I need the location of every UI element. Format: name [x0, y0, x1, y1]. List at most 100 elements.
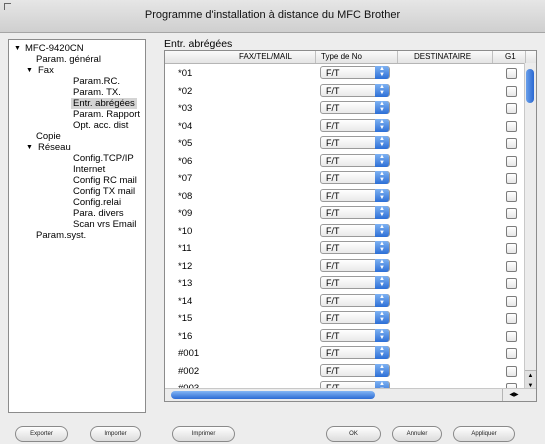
header-destinataire[interactable]: DESTINATAIRE	[414, 52, 471, 62]
select-arrows-icon[interactable]: ▲▼	[375, 153, 389, 167]
group-g1-checkbox[interactable]	[506, 138, 517, 149]
group-g1-checkbox[interactable]	[506, 103, 517, 114]
tree-item[interactable]: ▼ MFC-9420CN	[9, 43, 145, 54]
group-g1-checkbox[interactable]	[506, 295, 517, 307]
number-type-select[interactable]: F/T ▲▼	[320, 276, 390, 289]
horizontal-scrollbar[interactable]: ◀▶	[165, 388, 536, 401]
number-type-select[interactable]: F/T ▲▼	[320, 101, 390, 114]
number-type-value: F/T	[326, 278, 340, 288]
tree-item[interactable]: Copie	[9, 131, 145, 142]
column-divider	[315, 51, 316, 63]
group-g1-checkbox[interactable]	[506, 120, 517, 132]
table-row: *16 F/T ▲ ▼	[165, 327, 536, 344]
select-arrows-icon[interactable]: ▲▼	[375, 293, 389, 307]
number-type-select[interactable]: F/T ▲▼	[320, 346, 390, 359]
group-g1-checkbox[interactable]	[506, 365, 517, 377]
scroll-up-arrow-icon[interactable]: ▲	[525, 371, 536, 381]
tree-item[interactable]: Entr. abrégées	[9, 98, 145, 109]
group-g1-checkbox[interactable]	[506, 155, 517, 167]
tree-item[interactable]: Param. TX.	[9, 87, 145, 98]
select-arrows-icon[interactable]: ▲▼	[375, 241, 389, 254]
table-row: *04 F/T ▲ ▼	[165, 117, 536, 134]
tree-item[interactable]: Internet	[9, 164, 145, 175]
number-type-select[interactable]: F/T ▲▼	[320, 188, 390, 202]
tree-item[interactable]: Config TX mail	[9, 186, 145, 197]
import-button[interactable]: Importer	[90, 426, 141, 442]
tree-item[interactable]: Param. général	[9, 54, 145, 65]
group-g1-checkbox[interactable]	[506, 190, 517, 202]
group-g1-checkbox[interactable]	[506, 278, 517, 289]
tree-item[interactable]: Config.TCP/IP	[9, 153, 145, 164]
header-fax-tel-mail[interactable]: FAX/TEL/MAIL	[239, 52, 292, 62]
number-type-select[interactable]: F/T ▲▼	[320, 293, 390, 307]
select-arrows-icon[interactable]: ▲▼	[375, 66, 389, 79]
select-arrows-icon[interactable]: ▲▼	[375, 363, 389, 377]
select-arrows-icon[interactable]: ▲▼	[375, 346, 389, 359]
number-type-select[interactable]: F/T ▲▼	[320, 328, 390, 342]
number-type-select[interactable]: F/T ▲▼	[320, 118, 390, 132]
cancel-button[interactable]: Annuler	[392, 426, 442, 442]
select-arrows-icon[interactable]: ▲▼	[375, 311, 389, 324]
group-g1-checkbox[interactable]	[506, 313, 517, 324]
number-type-select[interactable]: F/T ▲▼	[320, 258, 390, 272]
number-type-select[interactable]: F/T ▲▼	[320, 311, 390, 324]
tree-item[interactable]: Param.syst.	[9, 230, 145, 241]
tree-item[interactable]: Config RC mail	[9, 175, 145, 186]
table-row: *09 F/T ▲ ▼	[165, 204, 536, 221]
vertical-scroll-thumb[interactable]	[526, 69, 534, 103]
group-g1-checkbox[interactable]	[506, 68, 517, 79]
tree-item[interactable]: Param. Rapport	[9, 109, 145, 120]
table-row: #001 F/T ▲ ▼	[165, 344, 536, 361]
apply-button[interactable]: Appliquer	[453, 426, 515, 442]
tree-item[interactable]: Scan vrs Email	[9, 219, 145, 230]
tree-item[interactable]: Param.RC.	[9, 76, 145, 87]
select-arrows-icon[interactable]: ▲▼	[375, 258, 389, 272]
tree-item[interactable]: ▼ Fax	[9, 65, 145, 76]
select-arrows-icon[interactable]: ▲▼	[375, 118, 389, 132]
group-g1-checkbox[interactable]	[506, 330, 517, 342]
horizontal-scroll-arrows[interactable]: ◀▶	[502, 389, 525, 401]
tree-item[interactable]: Config.relai	[9, 197, 145, 208]
select-arrows-icon[interactable]: ▲▼	[375, 136, 389, 149]
select-arrows-icon[interactable]: ▲▼	[375, 223, 389, 237]
number-type-select[interactable]: F/T ▲▼	[320, 153, 390, 167]
select-arrows-icon[interactable]: ▲▼	[375, 188, 389, 202]
number-type-select[interactable]: F/T ▲▼	[320, 83, 390, 97]
ok-button[interactable]: OK	[326, 426, 381, 442]
speed-dial-number: *01	[178, 68, 193, 79]
disclosure-triangle-icon[interactable]: ▼	[26, 65, 33, 76]
group-g1-checkbox[interactable]	[506, 225, 517, 237]
export-button[interactable]: Exporter	[15, 426, 68, 442]
number-type-select[interactable]: F/T ▲▼	[320, 363, 390, 377]
header-type[interactable]: Type de No	[321, 52, 362, 62]
disclosure-triangle-icon[interactable]: ▼	[26, 142, 33, 153]
select-arrows-icon[interactable]: ▲▼	[375, 83, 389, 97]
group-g1-checkbox[interactable]	[506, 243, 517, 254]
group-g1-checkbox[interactable]	[506, 85, 517, 97]
number-type-select[interactable]: F/T ▲▼	[320, 66, 390, 79]
select-arrows-icon[interactable]: ▲▼	[375, 101, 389, 114]
scroll-right-arrow-icon[interactable]: ▶	[514, 392, 519, 398]
select-arrows-icon[interactable]: ▲▼	[375, 171, 389, 184]
group-g1-checkbox[interactable]	[506, 260, 517, 272]
select-arrows-icon[interactable]: ▲▼	[375, 276, 389, 289]
number-type-select[interactable]: F/T ▲▼	[320, 136, 390, 149]
vertical-scrollbar[interactable]: ▲ ▼	[524, 63, 536, 391]
settings-tree[interactable]: ▼ MFC-9420CN Param. général ▼ Fax Param.RC. Pa…	[8, 39, 146, 413]
number-type-select[interactable]: F/T ▲▼	[320, 241, 390, 254]
select-arrows-icon[interactable]: ▲▼	[375, 328, 389, 342]
header-g1[interactable]: G1	[505, 52, 516, 62]
tree-item[interactable]: ▼ Réseau	[9, 142, 145, 153]
number-type-select[interactable]: F/T ▲▼	[320, 206, 390, 219]
group-g1-checkbox[interactable]	[506, 208, 517, 219]
tree-item[interactable]: Para. divers	[9, 208, 145, 219]
group-g1-checkbox[interactable]	[506, 173, 517, 184]
horizontal-scroll-thumb[interactable]	[171, 391, 375, 399]
number-type-select[interactable]: F/T ▲▼	[320, 171, 390, 184]
group-g1-checkbox[interactable]	[506, 348, 517, 359]
number-type-select[interactable]: F/T ▲▼	[320, 223, 390, 237]
print-button[interactable]: Imprimer	[172, 426, 235, 442]
tree-item[interactable]: Opt. acc. dist	[9, 120, 145, 131]
disclosure-triangle-icon[interactable]: ▼	[14, 43, 21, 54]
select-arrows-icon[interactable]: ▲▼	[375, 206, 389, 219]
